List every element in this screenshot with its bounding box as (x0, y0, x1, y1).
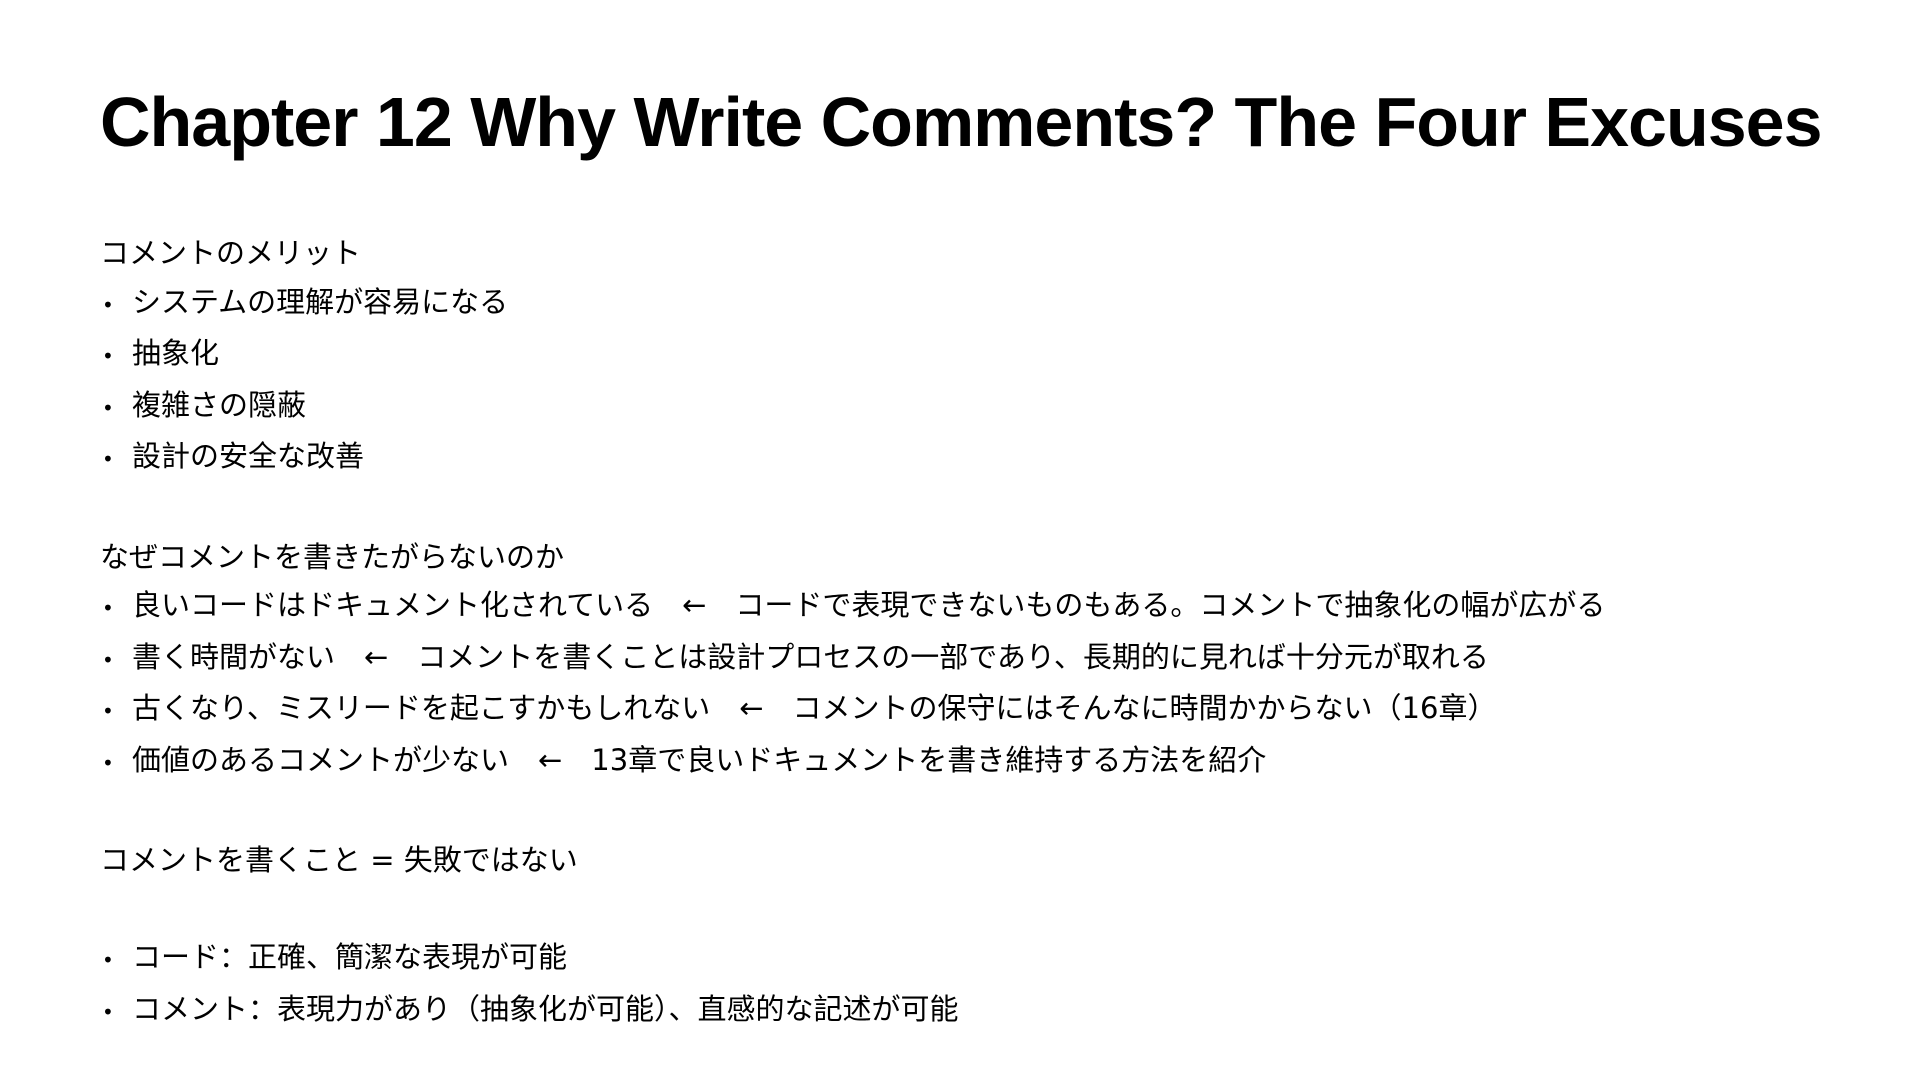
bullet-icon: • (102, 344, 114, 369)
list-item: • 書く時間がない ← コメントを書くことは設計プロセスの一部であり、長期的に見… (100, 633, 1860, 685)
list-item-text: 複雑さの隠蔽 (132, 387, 307, 422)
list-item: • システムの理解が容易になる (100, 278, 1860, 330)
list-item-text: 設計の安全な改善 (132, 439, 365, 474)
list-item-text: 価値のあるコメントが少ない ← 13章で良いドキュメントを書き維持する方法を紹介 (132, 742, 1267, 777)
list-item: • 抽象化 (100, 329, 1860, 381)
slide: Chapter 12 Why Write Comments? The Four … (0, 0, 1920, 1080)
list-item: • 良いコードはドキュメント化されている ← コードで表現できないものもある。コ… (100, 581, 1860, 633)
section-heading-why-not-comment: なぜコメントを書きたがらないのか (100, 539, 565, 574)
list-item-text: 古くなり、ミスリードを起こすかもしれない ← コメントの保守にはそんなに時間かか… (132, 691, 1497, 726)
section-heading-comment-merits: コメントのメリット (100, 236, 362, 270)
bullet-icon: • (102, 447, 114, 472)
list-item-text: システムの理解が容易になる (132, 284, 509, 319)
bullet-icon: • (102, 750, 114, 775)
section-heading-not-failure: コメントを書くこと = 失敗ではない (100, 843, 578, 878)
bullet-icon: • (102, 699, 114, 724)
merits-list: • システムの理解が容易になる • 抽象化 • 複雑さの隠蔽 • 設計の安全な改… (100, 278, 1860, 484)
bullet-icon: • (102, 596, 114, 621)
list-item: • 古くなり、ミスリードを起こすかもしれない ← コメントの保守にはそんなに時間… (100, 684, 1860, 736)
list-item-text: コード：正確、簡潔な表現が可能 (132, 940, 568, 975)
list-item: • 価値のあるコメントが少ない ← 13章で良いドキュメントを書き維持する方法を… (100, 736, 1860, 788)
excuses-list: • 良いコードはドキュメント化されている ← コードで表現できないものもある。コ… (100, 581, 1860, 787)
bullet-icon: • (102, 647, 114, 672)
list-item-text: コメント：表現力があり（抽象化が可能）、直感的な記述が可能 (132, 991, 959, 1026)
bullet-icon: • (102, 292, 114, 317)
slide-body: コメントのメリット • システムの理解が容易になる • 抽象化 • 複雑さの隠蔽… (100, 229, 1860, 1037)
bullet-icon: • (102, 395, 114, 420)
list-item-text: 抽象化 (132, 336, 220, 371)
slide-title: Chapter 12 Why Write Comments? The Four … (100, 83, 1823, 161)
bullet-icon: • (102, 948, 114, 973)
list-item-text: 良いコードはドキュメント化されている ← コードで表現できないものもある。コメン… (132, 588, 1606, 623)
list-item: • コメント：表現力があり（抽象化が可能）、直感的な記述が可能 (100, 985, 1860, 1037)
list-item: • 複雑さの隠蔽 (100, 381, 1860, 433)
list-item-text: 書く時間がない ← コメントを書くことは設計プロセスの一部であり、長期的に見れば… (132, 639, 1489, 674)
list-item: • 設計の安全な改善 (100, 432, 1860, 484)
code-vs-comment-list: • コード：正確、簡潔な表現が可能 • コメント：表現力があり（抽象化が可能）、… (100, 933, 1860, 1036)
list-item: • コード：正確、簡潔な表現が可能 (100, 933, 1860, 985)
bullet-icon: • (102, 999, 114, 1024)
